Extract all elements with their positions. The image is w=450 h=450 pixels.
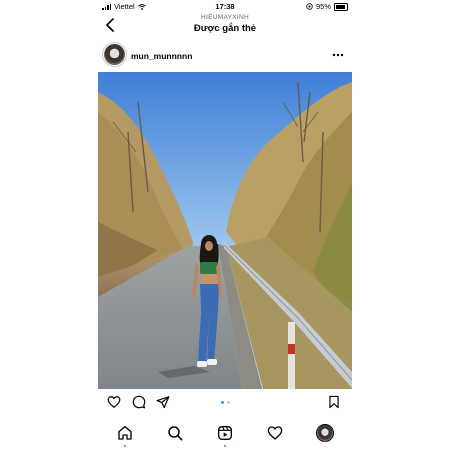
- nav-home[interactable]: [117, 425, 133, 447]
- bookmark-icon[interactable]: [327, 395, 341, 409]
- orientation-lock-icon: [306, 3, 313, 10]
- nav-search[interactable]: [167, 425, 183, 441]
- notification-dot: [124, 445, 126, 447]
- instagram-screen: Viettel 17:38 95% HIEUMAYXINH Được gắn t…: [98, 0, 352, 450]
- nav-activity[interactable]: [267, 425, 283, 441]
- battery-icon: [334, 2, 348, 11]
- bottom-nav: [98, 420, 352, 450]
- reels-icon: [218, 426, 232, 440]
- notification-dot: [224, 445, 226, 447]
- more-icon[interactable]: [332, 53, 344, 57]
- heart-icon: [267, 426, 283, 440]
- avatar[interactable]: [104, 44, 125, 65]
- post-header: mun_munnnnn: [98, 42, 352, 68]
- page-header: HIEUMAYXINH Được gắn thẻ: [98, 13, 352, 37]
- battery-percent: 95%: [315, 2, 331, 11]
- carousel-dot: [226, 401, 230, 404]
- post-actions: [98, 393, 352, 413]
- post-image[interactable]: [98, 72, 352, 389]
- post-username[interactable]: mun_munnnnn: [131, 51, 192, 61]
- home-icon: [118, 426, 132, 440]
- nav-reels[interactable]: [217, 425, 233, 447]
- post-photo: [98, 72, 352, 389]
- battery-group: 95%: [306, 2, 348, 11]
- carousel-dot-active: [220, 401, 224, 404]
- notification-dot: [324, 440, 326, 442]
- nav-profile-avatar[interactable]: [317, 425, 333, 441]
- account-name: HIEUMAYXINH: [201, 14, 249, 21]
- search-icon: [168, 426, 183, 441]
- page-title: Được gắn thẻ: [193, 23, 257, 34]
- status-bar: Viettel 17:38 95%: [98, 0, 352, 13]
- carousel-indicator: [98, 401, 352, 404]
